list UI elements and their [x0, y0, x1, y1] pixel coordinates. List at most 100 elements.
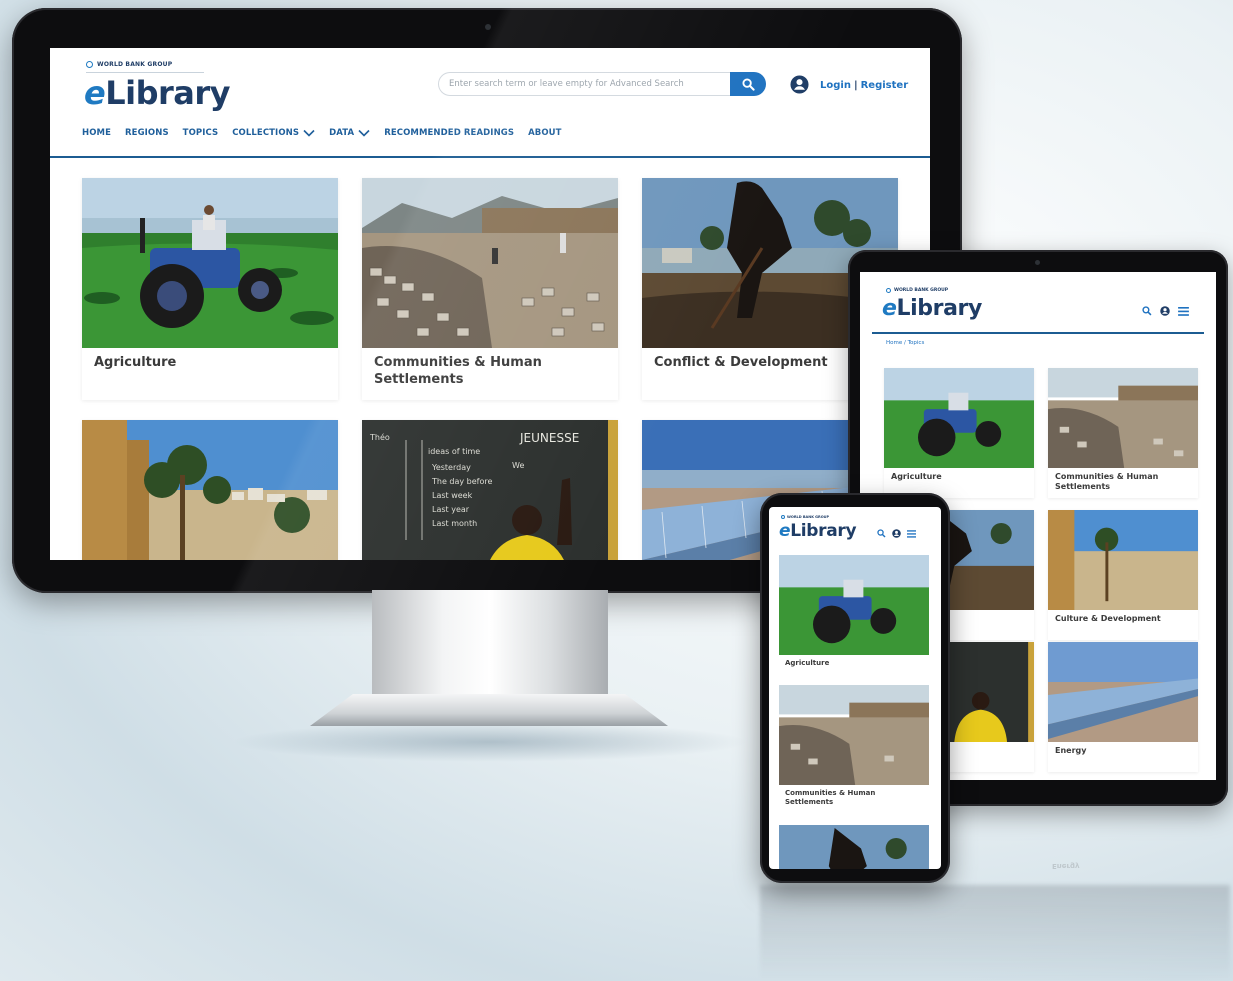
user-account-icon[interactable]: [790, 75, 809, 94]
hamburger-menu-icon[interactable]: [907, 529, 916, 538]
user-account-icon[interactable]: [892, 529, 901, 538]
brand-divider: [86, 72, 204, 73]
nav-about[interactable]: ABOUT: [528, 128, 561, 138]
chalkboard-line: Last year: [432, 505, 470, 514]
phone-header-icons: [877, 529, 916, 538]
breadcrumb-current: Topics: [907, 340, 925, 346]
hamburger-menu-icon[interactable]: [1178, 306, 1189, 316]
tablet-header-rule: [872, 332, 1204, 334]
desktop-screen: WORLD BANK GROUP eLibrary Enter search t…: [50, 48, 930, 560]
topic-card-culture[interactable]: Culture & Development: [82, 420, 338, 560]
world-bank-logo-icon: [86, 61, 93, 68]
logo-library: Library: [105, 74, 230, 112]
tablet-camera: [1035, 260, 1040, 265]
breadcrumb-home[interactable]: Home: [886, 340, 902, 346]
chalkboard-line: Yesterday: [431, 463, 471, 472]
monitor-camera: [485, 24, 491, 30]
topic-card-culture[interactable]: Culture & Development: [1048, 510, 1198, 640]
nav-data[interactable]: DATA: [329, 128, 370, 138]
world-bank-group-label: WORLD BANK GROUP: [86, 61, 172, 68]
chalkboard-line: ideas of time: [428, 447, 480, 456]
search-icon[interactable]: [877, 529, 886, 538]
main-nav: HOME REGIONS TOPICS COLLECTIONS DATA REC…: [82, 128, 562, 138]
elibrary-logo[interactable]: eLibrary: [779, 521, 857, 541]
world-bank-logo-icon: [781, 515, 785, 519]
topic-image-agriculture: [884, 368, 1034, 468]
topic-title: Agriculture: [785, 659, 830, 667]
topic-title: Communities & Human Settlements: [1048, 468, 1198, 498]
topic-card-communities[interactable]: Communities & Human Settlements: [1048, 368, 1198, 498]
topic-card-agriculture[interactable]: Agriculture: [884, 368, 1034, 498]
nav-about-label: ABOUT: [528, 128, 562, 138]
topic-title: Communities & Human Settlements: [374, 355, 542, 387]
topic-card-energy[interactable]: Energy: [1048, 642, 1198, 772]
logo-e: e: [779, 521, 791, 541]
elibrary-logo[interactable]: eLibrary: [84, 74, 230, 112]
nav-recommended-label: RECOMMENDED READINGS: [384, 128, 515, 138]
topic-card-communities[interactable]: Communities & Human Settlements: [779, 685, 929, 817]
search-button[interactable]: [730, 72, 766, 96]
phone-device: WORLD BANK GROUP eLibrary Agriculture Co…: [760, 493, 950, 883]
search-bar: [438, 72, 766, 98]
reflected-label: Energy: [1052, 862, 1080, 870]
topic-image-agriculture: [82, 178, 338, 348]
chalkboard-line: Last week: [432, 491, 473, 500]
nav-collections[interactable]: COLLECTIONS: [232, 128, 315, 138]
devices-reflection: [760, 885, 1230, 981]
world-bank-group-text: WORLD BANK GROUP: [894, 288, 949, 293]
nav-topics-label: TOPICS: [182, 128, 219, 138]
chalkboard-line: Théo: [369, 432, 390, 442]
topic-image-agriculture: [779, 555, 929, 655]
topic-card-conflict[interactable]: [779, 825, 929, 869]
elibrary-logo[interactable]: eLibrary: [882, 296, 982, 321]
chevron-down-icon: [303, 129, 315, 137]
search-input[interactable]: [438, 72, 734, 96]
tablet-header-icons: [1142, 306, 1189, 316]
title-line-1: Communities & Human: [1055, 472, 1159, 481]
nav-data-label: DATA: [329, 128, 355, 138]
world-bank-group-label: WORLD BANK GROUP: [886, 288, 948, 293]
user-account-icon[interactable]: [1160, 306, 1170, 316]
nav-topics[interactable]: TOPICS: [183, 128, 219, 138]
topic-card-agriculture[interactable]: Agriculture: [779, 555, 929, 687]
nav-home[interactable]: HOME: [82, 128, 111, 138]
topic-card-communities[interactable]: Communities & Human Settlements: [362, 178, 618, 400]
login-link[interactable]: Login: [820, 80, 851, 91]
nav-regions-label: REGIONS: [125, 128, 169, 138]
register-link[interactable]: Register: [861, 80, 909, 91]
nav-regions[interactable]: REGIONS: [125, 128, 169, 138]
nav-recommended-readings[interactable]: RECOMMENDED READINGS: [384, 128, 514, 138]
search-icon: [741, 77, 755, 91]
chevron-down-icon: [358, 129, 370, 137]
topic-image-education: JEUNESSE ideas of time Yesterday The day…: [362, 420, 618, 560]
auth-separator: |: [853, 80, 858, 91]
logo-library: Library: [790, 521, 857, 541]
title-line-2: Settlements: [1055, 482, 1111, 491]
world-bank-group-label: WORLD BANK GROUP: [781, 515, 829, 519]
logo-library: Library: [896, 296, 983, 321]
topic-title: Communities & Human Settlements: [779, 785, 929, 817]
title-line-1: Communities & Human: [785, 789, 876, 797]
nav-collections-label: COLLECTIONS: [232, 128, 300, 138]
search-icon[interactable]: [1142, 306, 1152, 316]
topic-image-communities: [362, 178, 618, 348]
topic-image-culture: [82, 420, 338, 560]
topic-title: Energy: [1055, 746, 1087, 755]
topic-image-culture: [1048, 510, 1198, 610]
breadcrumb-separator: /: [904, 340, 906, 346]
topic-card-education[interactable]: JEUNESSE ideas of time Yesterday The day…: [362, 420, 618, 560]
world-bank-group-text: WORLD BANK GROUP: [787, 515, 830, 519]
world-bank-group-text: WORLD BANK GROUP: [97, 61, 173, 68]
title-line-2: Settlements: [785, 798, 834, 806]
monitor-stand-neck: [372, 590, 608, 696]
chalkboard-line: Last month: [432, 519, 477, 528]
topic-image-energy: [1048, 642, 1198, 742]
topic-card-agriculture[interactable]: Agriculture: [82, 178, 338, 400]
site-header: WORLD BANK GROUP eLibrary Enter search t…: [50, 48, 930, 158]
nav-home-label: HOME: [82, 128, 112, 138]
phone-screen: WORLD BANK GROUP eLibrary Agriculture Co…: [769, 507, 941, 869]
world-bank-logo-icon: [886, 288, 891, 293]
topic-image-conflict: [779, 825, 929, 869]
monitor-floor-shadow: [230, 722, 750, 762]
chalkboard-line: We: [512, 461, 524, 470]
